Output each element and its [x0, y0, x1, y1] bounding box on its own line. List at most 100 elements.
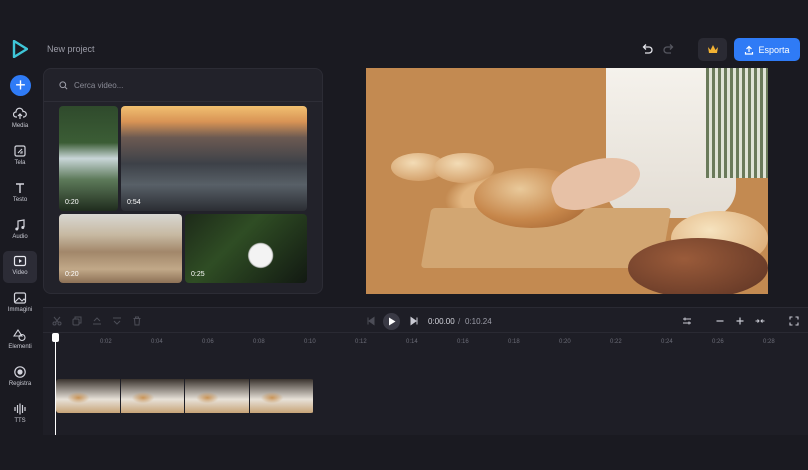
sidebar-item-elementi[interactable]: Elementi	[3, 325, 37, 357]
duplicate-icon	[72, 316, 82, 326]
collapse-arrows-icon	[755, 319, 765, 323]
total-time: 0:10.24	[465, 317, 492, 326]
current-time: 0:00.00	[428, 317, 455, 326]
video-track-clip[interactable]	[56, 379, 314, 413]
video-thumbnail-desert-dunes[interactable]: 0:20	[59, 214, 182, 283]
clip-frame	[249, 379, 314, 413]
sidebar-item-testo[interactable]: Testo	[3, 178, 37, 210]
sidebar-item-label: Elementi	[8, 344, 32, 350]
preview-scene-bread	[434, 153, 494, 183]
sidebar-item-tts[interactable]: TTS	[3, 399, 37, 431]
fullscreen-button[interactable]	[789, 316, 799, 326]
fit-zoom-button[interactable]	[755, 316, 765, 326]
search-input[interactable]	[74, 80, 274, 90]
ruler-tick: 0:04	[151, 339, 163, 345]
sidebar-item-label: Registra	[8, 381, 32, 387]
bring-forward-icon	[93, 317, 101, 325]
video-thumbnail-waterfall[interactable]: 0:20	[59, 106, 118, 211]
record-icon	[14, 366, 26, 378]
video-thumbnail-christmas-ornament[interactable]: 0:25	[185, 214, 307, 283]
search-bar	[44, 69, 322, 102]
plus-icon	[736, 317, 744, 325]
video-duration: 0:54	[127, 199, 141, 206]
ruler-tick: 0:28	[763, 339, 775, 345]
ruler-tick: 0:22	[610, 339, 622, 345]
sidebar-item-video[interactable]: Video	[3, 251, 37, 283]
ruler-tick: 0:24	[661, 339, 673, 345]
ruler-tick: 0:16	[457, 339, 469, 345]
play-icon	[388, 317, 395, 326]
app-logo-icon[interactable]	[12, 40, 28, 58]
skip-back-icon	[367, 316, 375, 326]
move-down-tool[interactable]	[112, 316, 122, 326]
ruler-tick: 0:10	[304, 339, 316, 345]
skip-forward-icon	[410, 316, 418, 326]
text-icon	[16, 183, 24, 193]
fit-timeline-button[interactable]	[682, 316, 692, 326]
video-duration: 0:20	[65, 271, 79, 278]
ruler-tick: 0:06	[202, 339, 214, 345]
sidebar-item-media[interactable]: Media	[3, 104, 37, 136]
clip-frame	[120, 379, 185, 413]
export-button[interactable]: Esporta	[734, 38, 800, 61]
project-title[interactable]: New project	[47, 44, 95, 54]
add-button[interactable]: +	[10, 75, 31, 96]
video-editor-app: + Media Tela Testo Audio Video Immagini …	[0, 0, 808, 470]
export-label: Esporta	[758, 44, 790, 55]
play-button[interactable]	[383, 313, 400, 330]
delete-tool[interactable]	[132, 316, 142, 326]
ruler-tick: 0:08	[253, 339, 265, 345]
sidebar-item-label: Tela	[14, 160, 26, 166]
crown-icon	[707, 45, 718, 53]
split-tool[interactable]	[52, 316, 62, 326]
timeline-ruler[interactable]: 0:02 0:04 0:06 0:08 0:10 0:12 0:14 0:16 …	[43, 334, 808, 352]
search-icon	[59, 80, 68, 89]
sidebar: + Media Tela Testo Audio Video Immagini …	[0, 0, 41, 470]
sidebar-item-tela[interactable]: Tela	[3, 141, 37, 173]
playhead-line[interactable]	[55, 333, 56, 435]
skip-back-button[interactable]	[366, 316, 376, 326]
move-up-tool[interactable]	[92, 316, 102, 326]
sidebar-item-label: TTS	[14, 418, 26, 424]
timeline-panel: 0:00.00 / 0:10.24 0:02 0:04 0:06 0:08 0:…	[43, 307, 808, 435]
video-preview-canvas[interactable]	[366, 68, 768, 294]
waveform-icon	[14, 403, 26, 415]
zoom-out-button[interactable]	[715, 316, 725, 326]
sidebar-item-label: Audio	[12, 234, 28, 240]
sidebar-item-label: Video	[12, 270, 28, 276]
ruler-tick: 0:20	[559, 339, 571, 345]
sidebar-item-label: Media	[11, 123, 29, 129]
sidebar-item-label: Immagini	[7, 307, 33, 313]
fullscreen-icon	[789, 316, 799, 326]
ruler-tick: 0:26	[712, 339, 724, 345]
scissors-icon	[52, 316, 62, 326]
trash-icon	[133, 316, 141, 326]
duplicate-tool[interactable]	[72, 316, 82, 326]
playhead-handle[interactable]	[52, 333, 59, 342]
sidebar-item-registra[interactable]: Registra	[3, 362, 37, 394]
sidebar-item-label: Testo	[12, 197, 28, 203]
video-library-panel: 0:20 0:54 0:20 0:25	[43, 68, 323, 294]
undo-icon[interactable]	[640, 42, 654, 56]
ruler-tick: 0:12	[355, 339, 367, 345]
zoom-in-button[interactable]	[735, 316, 745, 326]
ruler-tick: 0:14	[406, 339, 418, 345]
video-icon	[13, 255, 27, 267]
premium-button[interactable]	[698, 38, 727, 61]
video-duration: 0:25	[191, 271, 205, 278]
video-duration: 0:20	[65, 199, 79, 206]
preview-scene-bread	[628, 238, 768, 294]
sidebar-item-audio[interactable]: Audio	[3, 215, 37, 247]
cloud-upload-icon	[13, 107, 27, 119]
image-icon	[13, 292, 27, 304]
redo-icon[interactable]	[662, 42, 676, 56]
clip-frame	[185, 379, 250, 413]
send-backward-icon	[113, 317, 121, 325]
timeline-toolbar: 0:00.00 / 0:10.24	[43, 307, 808, 333]
sidebar-item-immagini[interactable]: Immagini	[3, 288, 37, 320]
minus-icon	[716, 320, 724, 322]
shapes-icon	[13, 329, 26, 342]
ruler-tick: 0:02	[100, 339, 112, 345]
skip-forward-button[interactable]	[409, 316, 419, 326]
video-thumbnail-ocean-sunset[interactable]: 0:54	[121, 106, 307, 211]
